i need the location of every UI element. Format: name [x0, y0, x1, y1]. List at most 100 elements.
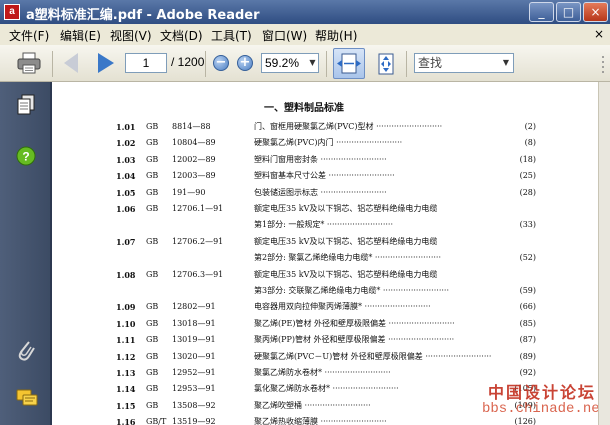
toc-standard-prefix: GB [146, 351, 159, 361]
menu-view[interactable]: 视图(V) [110, 27, 152, 44]
toc-number: 1.07 [116, 236, 136, 247]
window-title: a塑料标准汇编.pdf - Adobe Reader [26, 8, 260, 23]
toc-number: 1.01 [116, 122, 136, 132]
next-page-icon[interactable] [98, 53, 114, 73]
toc-row: 第2部分: 聚氯乙烯绝缘电力电缆* ······················… [52, 251, 598, 265]
toc-row: 1.13 GB 12952—91 聚氯乙烯防水卷材* ················… [52, 366, 598, 380]
toc-row: 1.06 GB 12706.1—91 额定电压35 kV及以下铜芯、铝芯塑料绝缘电力电… [52, 202, 598, 216]
toc-title: 塑料门窗用密封条 ·························· [254, 154, 387, 164]
menu-file[interactable]: 文件(F) [9, 27, 49, 44]
fit-page-button[interactable] [373, 51, 399, 77]
minimize-button[interactable]: _ [529, 2, 554, 22]
toc-page-number: (66) [519, 302, 536, 312]
attachment-icon[interactable] [16, 338, 36, 366]
toc-page-number: (89) [519, 351, 536, 361]
toc-row: 1.11 GB 13019—91 聚丙烯(PP)管材 外径和壁厚极限偏差 ······… [52, 333, 598, 347]
toc-page-number: (18) [519, 154, 536, 164]
toc-row: 1.05 GB 191—90 包装储运图示标志 ···················… [52, 186, 598, 200]
toolbar-grip-icon[interactable] [600, 53, 606, 75]
toc-number: 1.03 [116, 154, 136, 165]
zoom-in-icon[interactable]: + [237, 55, 253, 71]
toc-number: 1.10 [116, 318, 136, 329]
search-input[interactable]: 查找 [414, 53, 514, 73]
toc-row: 1.08 GB 12706.3—91 额定电压35 kV及以下铜芯、铝芯塑料绝缘电力电… [52, 268, 598, 282]
watermark-title: 中国设计论坛 [488, 383, 597, 402]
toc-standard-code: 8814—88 [172, 122, 211, 131]
toc-standard-code: 12002—89 [172, 154, 216, 164]
toc-title: 额定电压35 kV及以下铜芯、铝芯塑料绝缘电力电缆 [254, 236, 438, 246]
toc-row: 第3部分: 交联聚乙烯绝缘电力电缆* ·····················… [52, 284, 598, 298]
pages-icon[interactable] [16, 94, 36, 120]
toc-row: 第1部分: 一般规定* ·························· (3… [52, 218, 598, 232]
toc-title: 门、窗框用硬聚氯乙烯(PVC)型材 ······················… [254, 122, 443, 131]
page-total: / 1200 [171, 55, 205, 69]
fit-width-button[interactable] [333, 48, 365, 79]
pdf-page: 一、塑料制品标准 1.01 GB 8814—88 门、窗框用硬聚氯乙烯(PVC)型材 … [52, 82, 608, 425]
comments-icon[interactable] [16, 388, 38, 412]
menu-document[interactable]: 文档(D) [160, 27, 203, 44]
toc-standard-code: 13018—91 [172, 318, 216, 328]
toc-standard-prefix: GB [146, 335, 159, 345]
zoom-out-icon[interactable]: − [213, 55, 229, 71]
toc-standard-code: 12802—91 [172, 302, 216, 312]
toc-number: 1.02 [116, 138, 136, 149]
toc-standard-prefix: GB [146, 154, 159, 164]
toolbar: 1 / 1200 − + 59.2% ▼ 查找 ▼ [0, 45, 610, 82]
toc-title: 电容器用双向拉伸聚丙烯薄膜* ·························… [254, 302, 431, 312]
toc-title: 聚乙烯吹塑桶 ·························· [254, 400, 371, 410]
fit-page-icon [378, 53, 394, 75]
toc-number: 1.06 [116, 204, 136, 214]
toc-title: 额定电压35 kV及以下铜芯、铝芯塑料绝缘电力电缆 [254, 204, 438, 213]
menu-tools[interactable]: 工具(T) [211, 27, 252, 44]
toc-standard-code: 10804—89 [172, 138, 216, 148]
svg-text:?: ? [22, 150, 29, 164]
toc-title: 聚丙烯(PP)管材 外径和壁厚极限偏差 ····················… [254, 335, 455, 345]
toc-title: 第3部分: 交联聚乙烯绝缘电力电缆* ·····················… [254, 286, 449, 295]
search-dropdown-icon[interactable]: ▼ [500, 54, 512, 72]
menu-help[interactable]: 帮助(H) [315, 27, 357, 44]
vertical-scrollbar[interactable] [598, 82, 610, 425]
toc-title: 塑料窗基本尺寸公差 ·························· [254, 171, 395, 181]
toc-standard-prefix: GB [146, 204, 159, 213]
close-button[interactable]: × [583, 2, 608, 22]
toc-standard-prefix: GB [146, 187, 159, 197]
toc-page-number: (25) [519, 171, 536, 181]
toc-title: 第2部分: 聚氯乙烯绝缘电力电缆* ······················… [254, 253, 441, 263]
toolbar-separator [326, 51, 327, 77]
toc-number: 1.12 [116, 351, 136, 362]
adobe-reader-icon: a [4, 4, 20, 20]
previous-page-icon[interactable] [64, 53, 78, 73]
maximize-button[interactable]: □ [556, 2, 581, 22]
toc-standard-code: 12953—91 [172, 384, 216, 394]
printer-icon [17, 52, 41, 74]
toc-title: 聚乙烯热收缩薄膜 ·························· [254, 417, 387, 425]
toc-number: 1.11 [116, 335, 136, 346]
menu-edit[interactable]: 编辑(E) [60, 27, 101, 44]
toc-page-number: (8) [524, 138, 536, 148]
navigation-pane: ? [0, 82, 52, 425]
toolbar-separator [406, 51, 407, 77]
toc-standard-prefix: GB [146, 269, 159, 279]
toc-page-number: (52) [519, 253, 536, 263]
toc-standard-prefix: GB/T [146, 417, 167, 425]
toc-standard-code: 12706.2—91 [172, 236, 224, 246]
help-icon[interactable]: ? [16, 146, 36, 170]
toc-page-number: (92) [519, 368, 536, 377]
toc-row: 1.01 GB 8814—88 门、窗框用硬聚氯乙烯(PVC)型材 ·········… [52, 120, 598, 134]
document-close-icon[interactable]: × [594, 27, 604, 41]
menu-window[interactable]: 窗口(W) [262, 27, 307, 44]
toc-standard-prefix: GB [146, 171, 159, 181]
toc-row: 1.04 GB 12003—89 塑料窗基本尺寸公差 ················… [52, 169, 598, 183]
toc-page-number: (33) [519, 220, 536, 230]
toolbar-separator [52, 51, 53, 77]
page-number-input[interactable]: 1 [125, 53, 167, 73]
toc-number: 1.14 [116, 384, 136, 395]
zoom-dropdown-icon[interactable]: ▼ [307, 54, 318, 72]
document-viewport[interactable]: 一、塑料制品标准 1.01 GB 8814—88 门、窗框用硬聚氯乙烯(PVC)型材 … [52, 82, 610, 425]
print-button[interactable] [16, 51, 42, 75]
fit-width-icon [337, 53, 361, 74]
toc-standard-code: 191—90 [172, 187, 206, 197]
toc-standard-code: 12706.3—91 [172, 269, 224, 279]
toc-number: 1.08 [116, 269, 136, 280]
toc-title: 硬聚氯乙烯(PVC)内门 ·························· [254, 138, 403, 148]
